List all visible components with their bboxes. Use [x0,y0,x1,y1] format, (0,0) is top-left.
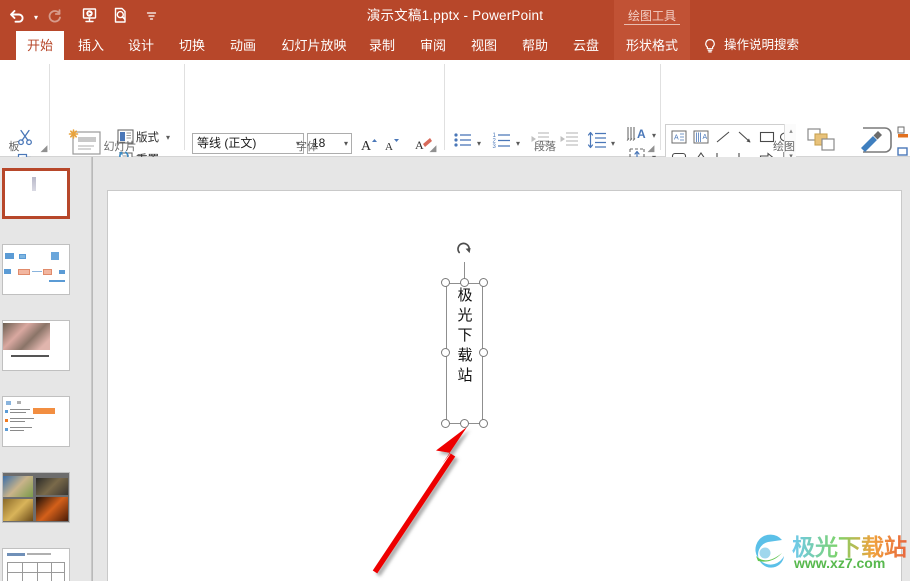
tab-slideshow[interactable]: 幻灯片放映 [272,31,356,60]
powerpoint-window: ▾ 演示文稿1.pptx - PowerPoint 绘图工具 开始 插入 设计 … [0,0,910,581]
svg-text:A: A [637,127,646,141]
tab-insert[interactable]: 插入 [69,31,113,60]
tab-record[interactable]: 录制 [360,31,404,60]
group-label-drawing: 绘图 [773,141,795,153]
aurora-logo-icon [755,534,784,568]
annotation-arrow [372,427,467,574]
tab-home[interactable]: 开始 [16,31,64,60]
ribbon-tab-strip: 开始 插入 设计 切换 动画 幻灯片放映 录制 审阅 视图 帮助 云盘 形状格式… [0,31,910,60]
resize-handle-middle-right[interactable] [479,348,488,357]
contextual-tab-underline [624,24,680,25]
textbox-char-2: 下 [457,326,473,344]
tab-cloud[interactable]: 云盘 [564,31,608,60]
title-bar: ▾ 演示文稿1.pptx - PowerPoint 绘图工具 [0,0,910,31]
textbox-char-0: 极 [457,286,473,304]
slide-thumbnail-6[interactable] [2,548,70,581]
tab-animations[interactable]: 动画 [221,31,265,60]
group-label-slides: 幻灯片 [103,141,137,153]
ribbon: ▾ 板 ◢ 新建 幻灯片 ▾ [0,60,910,193]
tab-transitions[interactable]: 切换 [170,31,214,60]
tab-design[interactable]: 设计 [119,31,163,60]
slide-thumbnail-3[interactable] [2,320,70,371]
shape-fill-icon[interactable] [897,124,910,140]
pane-divider[interactable] [92,157,93,581]
vertical-text-box-text: 极 光 下 载 站 [455,285,475,385]
slide-thumbnail-2[interactable] [2,244,70,295]
textbox-char-4: 站 [457,366,473,384]
rotation-handle[interactable] [456,241,474,259]
tab-help[interactable]: 帮助 [513,31,557,60]
contextual-tab-group-label: 绘图工具 [614,0,690,31]
slide-canvas[interactable] [107,190,902,581]
shape-gallery-scroll-up-icon[interactable]: ▴ [786,126,796,135]
resize-handle-top-center[interactable] [460,278,469,287]
font-dialog-launcher[interactable]: ◢ [427,142,439,154]
textbox-char-3: 载 [457,346,473,364]
tab-shape-format[interactable]: 形状格式 [614,31,690,60]
slide-thumbnail-pane[interactable] [0,157,92,581]
paragraph-dialog-launcher[interactable]: ◢ [645,142,657,154]
slide-thumbnail-5[interactable] [2,472,70,523]
document-title: 演示文稿1.pptx - PowerPoint [366,8,544,23]
tab-view[interactable]: 视图 [462,31,506,60]
watermark-url: www.xz7.com [794,555,886,571]
resize-handle-top-right[interactable] [479,278,488,287]
lightbulb-icon [703,38,717,54]
group-label-paragraph: 段落 [534,141,556,153]
slide-thumbnail-1[interactable] [2,168,70,219]
slide-thumbnail-4[interactable] [2,396,70,447]
group-label-font: 字体 [296,141,318,153]
textbox-char-1: 光 [457,306,473,324]
text-direction-dropdown-icon[interactable]: ▾ [652,131,656,140]
resize-handle-top-left[interactable] [441,278,450,287]
group-label-clipboard: 板 [8,141,20,153]
tab-review[interactable]: 审阅 [411,31,455,60]
resize-handle-middle-left[interactable] [441,348,450,357]
tell-me-search[interactable]: 操作说明搜索 [724,31,799,60]
watermark: 极光下载站 www.xz7.com [748,528,908,576]
